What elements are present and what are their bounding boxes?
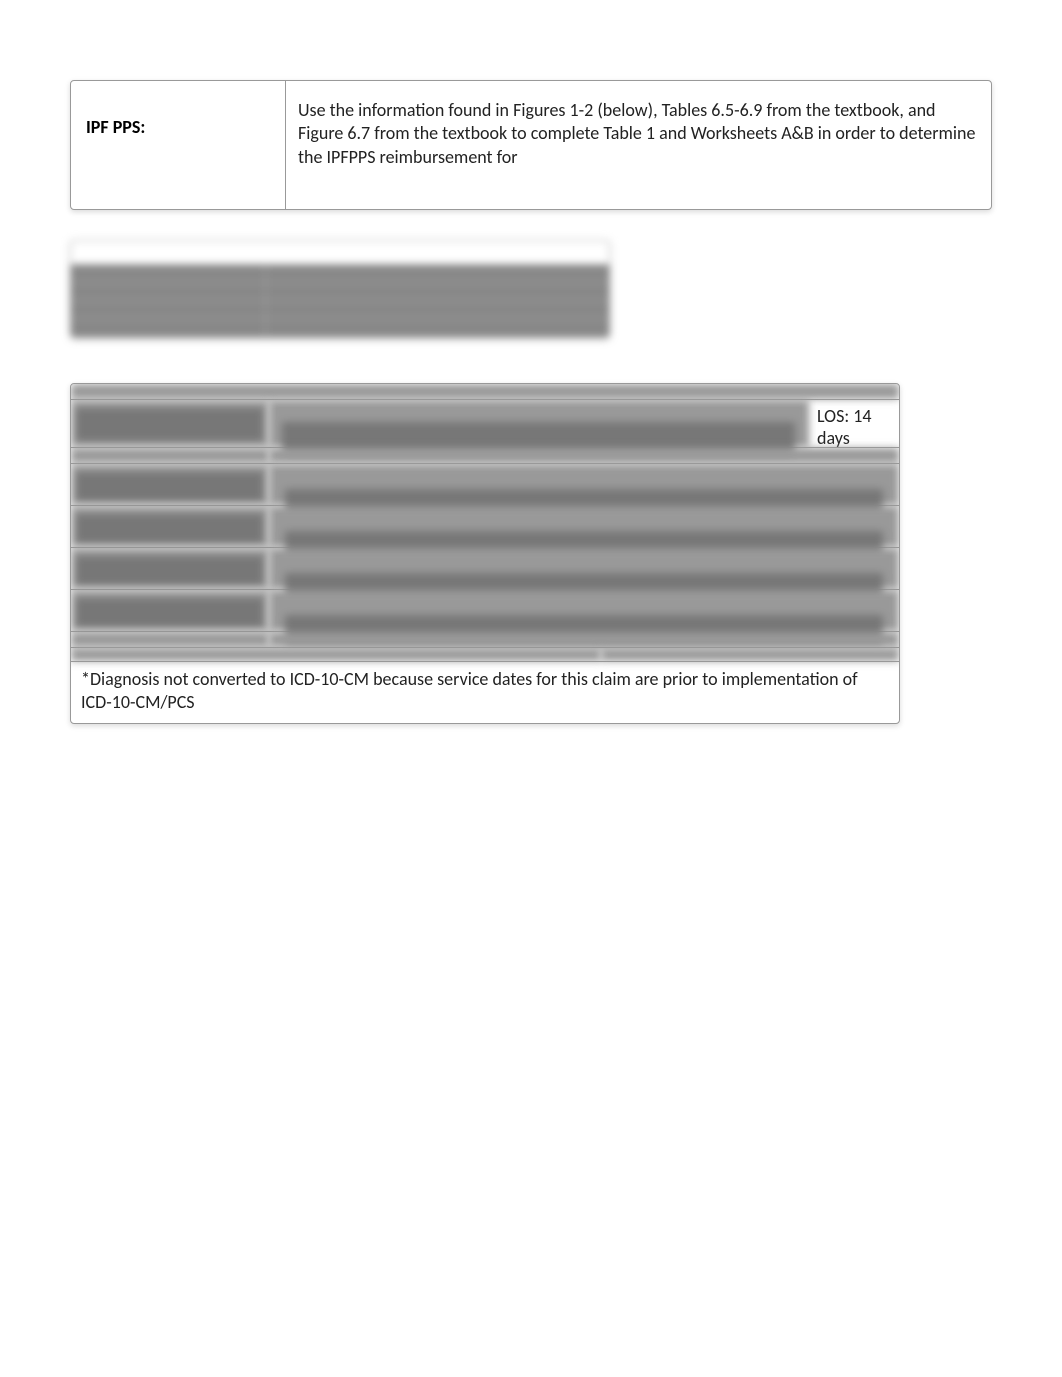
claim-row xyxy=(71,632,899,648)
ipf-pps-description: Use the information found in Figures 1-2… xyxy=(286,81,991,209)
blurred-cell xyxy=(71,648,601,661)
ipf-pps-label-cell: IPF PPS: xyxy=(71,81,286,209)
claim-row xyxy=(71,464,899,506)
blurred-cell xyxy=(71,464,269,505)
blurred-header xyxy=(71,241,609,265)
claim-row xyxy=(71,548,899,590)
blurred-row xyxy=(71,301,609,319)
blurred-cell xyxy=(269,448,899,463)
blurred-cell xyxy=(266,319,609,337)
blurred-cell xyxy=(71,400,269,447)
blurred-cell xyxy=(71,301,266,318)
blurred-cell xyxy=(269,464,899,505)
blurred-row xyxy=(71,265,609,283)
blurred-cell xyxy=(71,590,269,631)
blurred-cell xyxy=(71,265,266,282)
blurred-cell xyxy=(71,632,269,647)
blurred-cell xyxy=(71,506,269,547)
claim-row xyxy=(71,590,899,632)
blurred-cell xyxy=(266,301,609,318)
blurred-cell xyxy=(269,506,899,547)
claim-table: LOS: 14 days *Diagnosis not converted to… xyxy=(70,383,900,724)
ipf-pps-table: IPF PPS: Use the information found in Fi… xyxy=(70,80,992,210)
blurred-cell xyxy=(266,283,609,300)
diagnosis-note: *Diagnosis not converted to ICD-10-CM be… xyxy=(71,662,899,723)
blurred-cell xyxy=(71,548,269,589)
blurred-cell xyxy=(269,590,899,631)
claim-row xyxy=(71,448,899,464)
claim-row xyxy=(71,506,899,548)
claim-row xyxy=(71,648,899,662)
blurred-info-table xyxy=(70,240,610,338)
claim-los-row: LOS: 14 days xyxy=(71,400,899,448)
blurred-cell xyxy=(601,648,899,661)
ipf-pps-label: IPF PPS: xyxy=(86,116,145,138)
blurred-cell xyxy=(71,283,266,300)
claim-header-row xyxy=(71,384,899,400)
blurred-cell xyxy=(71,448,269,463)
blurred-cell xyxy=(71,384,899,399)
blurred-cell xyxy=(266,265,609,282)
blurred-cell xyxy=(71,319,266,337)
blurred-cell xyxy=(269,400,809,447)
blurred-cell xyxy=(269,632,899,647)
blurred-row xyxy=(71,283,609,301)
claim-footer-row: *Diagnosis not converted to ICD-10-CM be… xyxy=(71,662,899,723)
los-cell: LOS: 14 days xyxy=(809,400,899,447)
blurred-row xyxy=(71,319,609,337)
blurred-cell xyxy=(269,548,899,589)
